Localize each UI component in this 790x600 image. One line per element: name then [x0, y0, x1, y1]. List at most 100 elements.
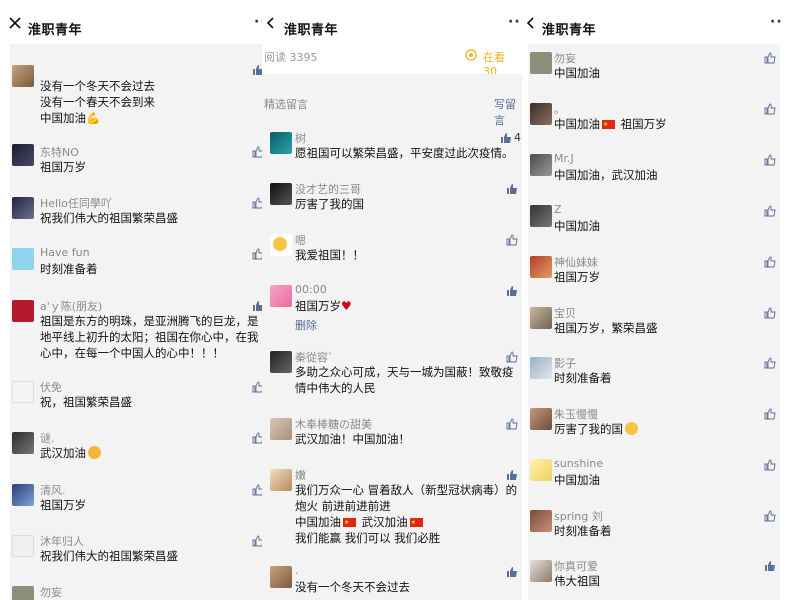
avatar[interactable] [530, 307, 552, 329]
comment-author[interactable]: Z [554, 203, 562, 216]
comment-author[interactable]: spring 刘 [554, 508, 603, 524]
avatar[interactable] [270, 418, 292, 440]
like-icon[interactable] [764, 459, 776, 471]
avatar[interactable] [12, 300, 34, 322]
avatar[interactable] [530, 357, 552, 379]
comment-author[interactable]: a'ｙ陈(朋友) [40, 298, 102, 314]
comment-author[interactable]: 谜. [40, 430, 55, 446]
like-icon[interactable] [252, 535, 262, 547]
like-icon[interactable] [252, 300, 262, 312]
write-comment-button[interactable]: 写留言 [494, 96, 522, 128]
avatar[interactable] [270, 132, 292, 154]
more-options-button[interactable]: ·· [508, 14, 521, 30]
avatar[interactable] [270, 566, 292, 588]
like-icon[interactable] [506, 469, 518, 481]
avatar[interactable] [12, 197, 34, 219]
delete-comment-button[interactable]: 删除 [295, 317, 317, 333]
avatar[interactable] [270, 285, 292, 307]
read-count: 阅读 3395 [264, 51, 318, 64]
like-icon[interactable] [506, 351, 518, 363]
comment-author[interactable]: Mr.J [554, 152, 574, 165]
avatar[interactable] [12, 484, 34, 506]
avatar[interactable] [530, 256, 552, 278]
comment-text: 中国加油 武汉加油 [295, 514, 425, 531]
watching-icon[interactable] [464, 48, 478, 62]
comment-text: 我们万众一心 冒着敌人（新型冠状病毒）的 [295, 483, 518, 497]
like-icon[interactable] [764, 52, 776, 64]
avatar[interactable] [530, 560, 552, 582]
comment-author[interactable]: 没才艺的三哥 [295, 181, 361, 197]
comment-author[interactable]: 朱玉慢慢 [554, 406, 598, 422]
comment-author[interactable]: Hello任同學吖 [40, 195, 112, 211]
avatar[interactable] [530, 52, 552, 74]
like-icon[interactable] [252, 197, 262, 209]
like-icon[interactable] [506, 566, 518, 578]
comment-author[interactable]: Have fun [40, 246, 90, 259]
avatar[interactable] [12, 144, 34, 166]
more-options-button[interactable]: ·· [254, 14, 262, 30]
close-icon[interactable] [8, 16, 22, 30]
like-icon[interactable] [252, 146, 262, 158]
like-icon[interactable] [506, 418, 518, 430]
like-icon[interactable] [506, 183, 518, 195]
comment-author[interactable]: 勿妄 [40, 584, 62, 600]
like-icon[interactable] [252, 484, 262, 496]
comment-author[interactable]: 东特NO [40, 144, 79, 160]
avatar[interactable] [12, 535, 34, 557]
comment-author[interactable]: 沐年归人 [40, 533, 84, 549]
comment-author[interactable]: 神仙妹妹 [554, 254, 598, 270]
comment-author[interactable]: 你真可爱 [554, 558, 598, 574]
comment-text: 中国加油 [554, 219, 600, 233]
comment-author[interactable]: 影子 [554, 355, 576, 371]
comment-author[interactable]: 嗯 [295, 232, 306, 248]
like-icon[interactable] [764, 154, 776, 166]
comment-author[interactable]: 清风. [40, 482, 66, 498]
comment-author[interactable]: 。 [554, 101, 565, 117]
like-icon[interactable] [252, 248, 262, 260]
comment-author[interactable]: 嫩 [295, 467, 306, 483]
back-icon[interactable] [264, 16, 278, 30]
like-icon[interactable] [764, 205, 776, 217]
avatar[interactable] [530, 459, 552, 481]
more-options-button[interactable]: ·· [770, 14, 783, 30]
like-icon[interactable] [764, 357, 776, 369]
back-icon[interactable] [524, 16, 538, 30]
like-icon[interactable] [764, 408, 776, 420]
avatar[interactable] [12, 381, 34, 403]
comment-author[interactable]: 秦從容` [295, 349, 334, 365]
avatar[interactable] [530, 510, 552, 532]
avatar[interactable] [270, 469, 292, 491]
comment-author[interactable]: 树 [295, 130, 306, 146]
avatar[interactable] [530, 103, 552, 125]
comment-author[interactable]: 木奉棒糖の甜美 [295, 416, 372, 432]
comment-author[interactable]: 伏免 [40, 379, 62, 395]
like-icon[interactable] [252, 432, 262, 444]
avatar[interactable] [270, 351, 292, 373]
comment-author[interactable]: sunshine [554, 457, 603, 470]
like-icon[interactable] [506, 285, 518, 297]
comment-author[interactable]: 勿妄 [554, 50, 576, 66]
like-icon[interactable] [764, 103, 776, 115]
like-icon[interactable] [252, 64, 262, 76]
like-icon[interactable] [252, 381, 262, 393]
comment-author[interactable]: 宝贝 [554, 305, 576, 321]
avatar[interactable] [530, 205, 552, 227]
avatar[interactable] [270, 234, 292, 256]
avatar[interactable] [12, 248, 34, 270]
avatar[interactable] [530, 154, 552, 176]
like-icon[interactable] [500, 132, 512, 144]
avatar[interactable] [12, 586, 34, 600]
like-icon[interactable] [506, 234, 518, 246]
comment-author[interactable]: . [295, 564, 299, 577]
avatar[interactable] [12, 65, 34, 87]
avatar[interactable] [12, 432, 34, 454]
like-icon[interactable] [764, 307, 776, 319]
comment-author[interactable]: 00:00 [295, 283, 327, 296]
like-icon[interactable] [764, 510, 776, 522]
avatar[interactable] [270, 183, 292, 205]
like-icon[interactable] [764, 256, 776, 268]
comment-text: 没有一个春天不会到来 [40, 95, 155, 109]
like-icon[interactable] [764, 560, 776, 572]
avatar[interactable] [530, 408, 552, 430]
comment-text: 中国加油 [554, 66, 600, 80]
